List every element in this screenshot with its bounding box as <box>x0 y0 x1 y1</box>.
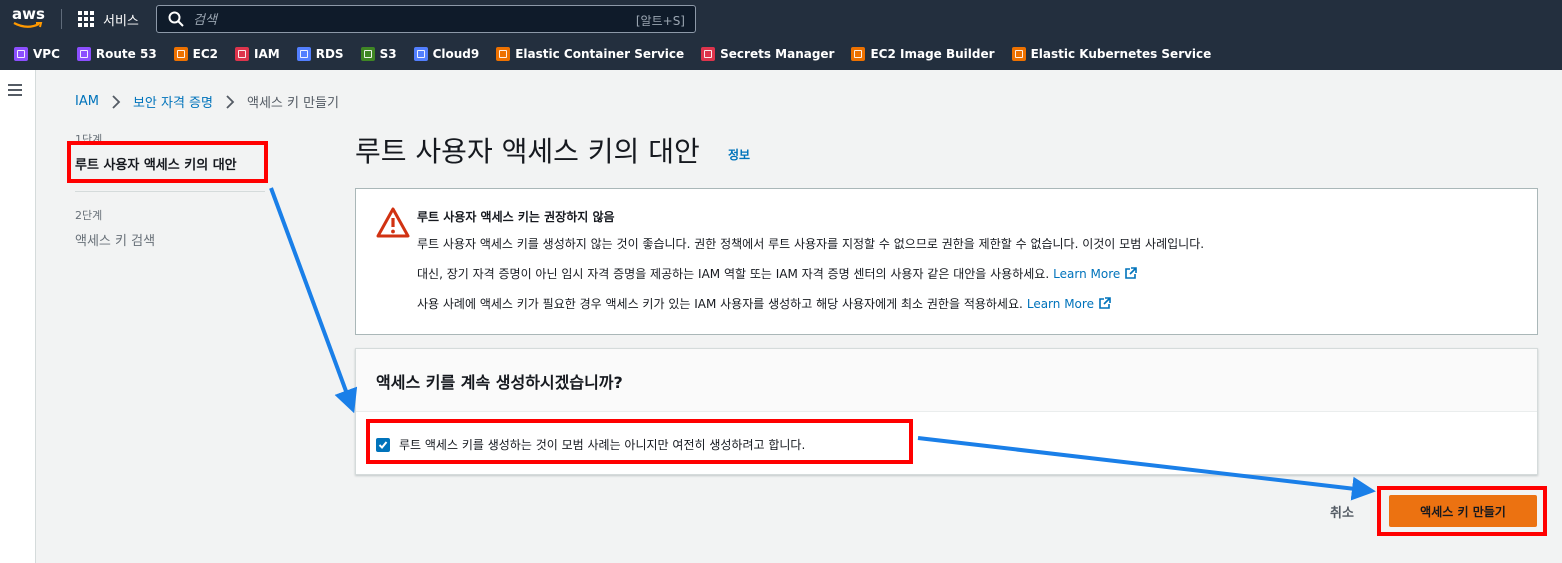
service-icon <box>296 47 311 61</box>
left-rail <box>0 70 36 563</box>
warning-icon <box>376 207 410 238</box>
services-label: 서비스 <box>103 13 139 29</box>
chevron-right-icon <box>112 94 121 109</box>
favorite-label: VPC <box>33 47 60 61</box>
service-icon <box>235 47 250 61</box>
favorite-rds[interactable]: RDS <box>296 47 344 61</box>
confirm-checkbox-label: 루트 액세스 키를 생성하는 것이 모범 사례는 아니지만 여전히 생성하려고 … <box>399 438 806 452</box>
favorite-elastic-container-service[interactable]: Elastic Container Service <box>496 47 684 61</box>
confirm-checkbox[interactable] <box>376 437 390 452</box>
confirmation-container: 액세스 키를 계속 생성하시겠습니까? 루트 액세스 키를 생성하는 것이 모범… <box>355 348 1538 475</box>
favorite-label: RDS <box>315 47 344 61</box>
search-icon <box>168 11 184 27</box>
step2-label: 2단계 <box>75 209 103 222</box>
warning-text-line2: 대신, 장기 자격 증명이 아닌 임시 자격 증명을 제공하는 IAM 역할 또… <box>417 265 1138 282</box>
favorite-label: Secrets Manager <box>720 47 835 61</box>
info-link[interactable]: 정보 <box>728 146 750 163</box>
confirmation-header: 액세스 키를 계속 생성하시겠습니까? <box>356 349 1537 412</box>
step-divider <box>75 191 265 192</box>
favorite-ec2[interactable]: EC2 <box>173 47 219 61</box>
favorite-label: S3 <box>379 47 397 61</box>
services-menu-button[interactable]: 서비스 <box>78 9 139 29</box>
warning-title: 루트 사용자 액세스 키는 권장하지 않음 <box>417 210 615 224</box>
step1-title: 루트 사용자 액세스 키의 대안 <box>75 158 237 173</box>
favorite-route-53[interactable]: Route 53 <box>76 47 157 61</box>
service-icon <box>14 47 28 61</box>
service-icon <box>851 47 866 61</box>
top-navigation: aws 서비스 [알트+S] <box>0 0 1562 38</box>
warning-text: 대신, 장기 자격 증명이 아닌 임시 자격 증명을 제공하는 IAM 역할 또… <box>417 267 1050 281</box>
service-icon <box>413 47 428 61</box>
favorite-ec2-image-builder[interactable]: EC2 Image Builder <box>851 47 995 61</box>
nav-divider <box>61 9 62 29</box>
confirm-checkbox-row[interactable]: 루트 액세스 키를 생성하는 것이 모범 사례는 아니지만 여전히 생성하려고 … <box>376 436 805 453</box>
warning-text-line1: 루트 사용자 액세스 키를 생성하지 않는 것이 좋습니다. 권한 정책에서 루… <box>417 237 1205 251</box>
create-access-key-button[interactable]: 액세스 키 만들기 <box>1389 495 1537 527</box>
warning-container: 루트 사용자 액세스 키는 권장하지 않음 루트 사용자 액세스 키를 생성하지… <box>355 188 1538 335</box>
search-input[interactable] <box>193 8 633 30</box>
search-box[interactable]: [알트+S] <box>156 5 696 33</box>
favorite-label: Elastic Container Service <box>515 47 685 61</box>
service-icon <box>1011 47 1026 61</box>
favorite-iam[interactable]: IAM <box>235 47 280 61</box>
warning-text: 사용 사례에 액세스 키가 필요한 경우 액세스 키가 있는 IAM 사용자를 … <box>417 297 1023 311</box>
learn-more-link[interactable]: Learn More <box>1027 297 1094 311</box>
service-icon <box>496 47 511 61</box>
favorite-label: EC2 Image Builder <box>870 47 995 61</box>
favorite-s3[interactable]: S3 <box>360 47 397 61</box>
breadcrumb-current: 액세스 키 만들기 <box>246 96 339 111</box>
learn-more-link[interactable]: Learn More <box>1053 267 1120 281</box>
favorite-cloud9[interactable]: Cloud9 <box>413 47 480 61</box>
external-link-icon <box>1125 267 1138 279</box>
step2-title: 액세스 키 검색 <box>75 234 156 249</box>
favorite-label: EC2 <box>192 47 219 61</box>
breadcrumb-security-credentials[interactable]: 보안 자격 증명 <box>133 92 213 111</box>
aws-smile-icon <box>13 22 43 28</box>
service-icon <box>701 47 716 61</box>
service-icon <box>173 47 188 61</box>
favorite-label: Elastic Kubernetes Service <box>1030 47 1212 61</box>
search-shortcut-hint: [알트+S] <box>635 14 685 28</box>
aws-logo-text: aws <box>12 5 45 23</box>
checkmark-icon <box>378 440 388 449</box>
grid-icon <box>78 11 94 27</box>
service-icon <box>360 47 375 61</box>
aws-logo[interactable]: aws <box>12 6 48 32</box>
external-link-icon <box>1099 297 1111 309</box>
favorite-label: IAM <box>254 47 280 61</box>
confirmation-title: 액세스 키를 계속 생성하시겠습니까? <box>376 373 623 392</box>
cancel-button[interactable]: 취소 <box>1330 502 1354 521</box>
annotation-arrow-to-checkbox <box>269 187 358 414</box>
favorite-label: Route 53 <box>95 47 157 61</box>
warning-text-line3: 사용 사례에 액세스 키가 필요한 경우 액세스 키가 있는 IAM 사용자를 … <box>417 295 1111 312</box>
breadcrumb: IAM 보안 자격 증명 액세스 키 만들기 <box>75 92 339 111</box>
chevron-right-icon <box>226 94 235 109</box>
favorite-vpc[interactable]: VPC <box>14 47 60 61</box>
favorite-elastic-kubernetes-service[interactable]: Elastic Kubernetes Service <box>1011 47 1212 61</box>
breadcrumb-iam[interactable]: IAM <box>75 94 99 109</box>
favorite-secrets-manager[interactable]: Secrets Manager <box>701 47 834 61</box>
menu-icon[interactable] <box>8 84 22 96</box>
service-icon <box>76 47 91 61</box>
page-title: 루트 사용자 액세스 키의 대안 <box>355 135 700 168</box>
favorites-bar: VPC Route 53 EC2 IAM RDS S3 Cloud9 Elastic Cont… <box>0 38 1562 70</box>
favorite-label: Cloud9 <box>432 47 480 61</box>
step1-label: 1단계 <box>75 133 103 146</box>
